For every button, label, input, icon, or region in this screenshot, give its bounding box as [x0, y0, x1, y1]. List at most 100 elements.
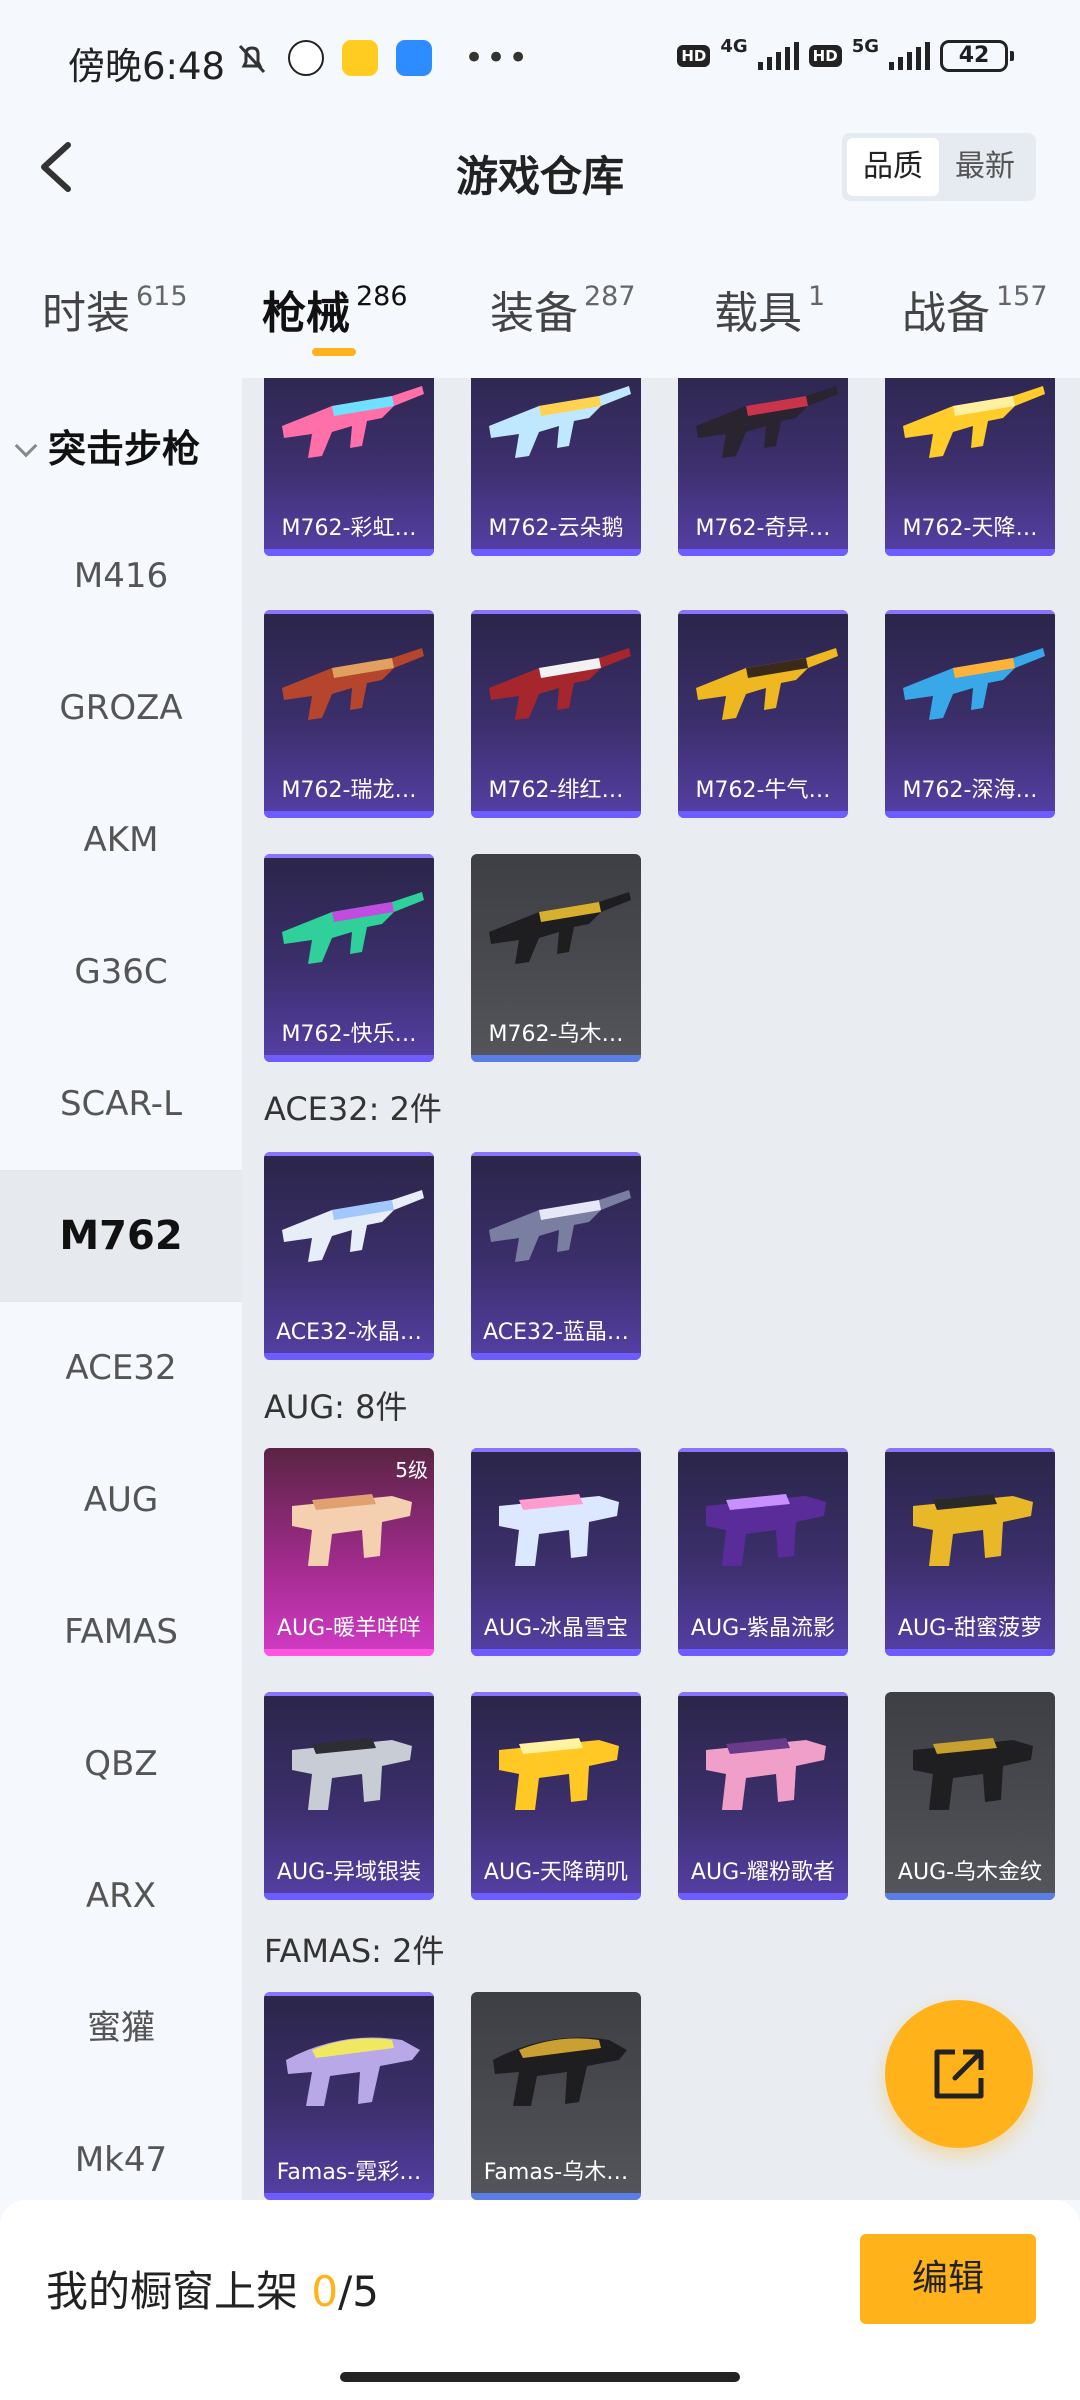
weapon-card[interactable]: M762-云朵鹅: [471, 378, 641, 556]
weapon-card[interactable]: M762-奇异…: [678, 378, 848, 556]
sidebar-item-akm[interactable]: AKM: [0, 774, 242, 906]
signal-bars-icon-2: [889, 42, 930, 70]
rifle-skin-icon: [489, 1190, 631, 1262]
rarity-bar: [678, 549, 848, 556]
rifle-skin-icon: [489, 648, 631, 720]
sort-by-newest-button[interactable]: 最新: [939, 138, 1031, 196]
weapon-card[interactable]: AUG-异域银装: [264, 1692, 434, 1900]
weapon-card[interactable]: M762-深海…: [885, 610, 1055, 818]
weapon-card[interactable]: M762-彩虹…: [264, 378, 434, 556]
weapon-card[interactable]: M762-瑞龙…: [264, 610, 434, 818]
weapon-card[interactable]: AUG-耀粉歌者: [678, 1692, 848, 1900]
weapon-name: AUG-甜蜜菠萝: [897, 1616, 1043, 1641]
weapon-card[interactable]: ACE32-冰晶…: [264, 1152, 434, 1360]
sidebar-item-m416[interactable]: M416: [0, 510, 242, 642]
weapon-card[interactable]: AUG-乌木金纹: [885, 1692, 1055, 1900]
weapon-name: M762-云朵鹅: [488, 516, 624, 541]
sidebar-item-qbz[interactable]: QBZ: [0, 1698, 242, 1830]
rarity-bar: [885, 1893, 1055, 1900]
edit-button[interactable]: 编辑: [860, 2234, 1036, 2324]
share-fab-button[interactable]: [885, 2000, 1033, 2148]
sort-by-quality-button[interactable]: 品质: [847, 138, 939, 196]
tab-count: 286: [356, 281, 408, 312]
app-blue-icon: [396, 40, 432, 76]
rifle-skin-icon: [489, 386, 631, 458]
sidebar-item-groza[interactable]: GROZA: [0, 642, 242, 774]
sidebar-item-aug[interactable]: AUG: [0, 1434, 242, 1566]
rarity-bar: [678, 811, 848, 818]
weapon-card[interactable]: M762-牛气…: [678, 610, 848, 818]
mute-bell-icon: [238, 44, 266, 74]
weapon-name: M762-绯红…: [488, 778, 624, 803]
rarity-bar: [471, 811, 641, 818]
weapon-card[interactable]: M762-绯红…: [471, 610, 641, 818]
sidebar-item-scar-l[interactable]: SCAR-L: [0, 1038, 242, 1170]
weapon-name: AUG-暖羊咩咩: [276, 1616, 422, 1641]
weapon-card[interactable]: M762-乌木…: [471, 854, 641, 1062]
hd-badge-2: HD: [808, 45, 842, 67]
tab-label: 装备: [490, 288, 578, 339]
active-tab-indicator: [312, 348, 356, 356]
battery-icon: 42: [940, 40, 1014, 72]
weapon-card[interactable]: 5级 AUG-暖羊咩咩: [264, 1448, 434, 1656]
weapon-card[interactable]: AUG-冰晶雪宝: [471, 1448, 641, 1656]
tab-equipment[interactable]: 装备 287: [490, 277, 636, 341]
rifle-skin-icon: [499, 1738, 619, 1810]
rarity-bar: [264, 811, 434, 818]
weapon-name: AUG-耀粉歌者: [690, 1860, 836, 1885]
weapon-card[interactable]: AUG-甜蜜菠萝: [885, 1448, 1055, 1656]
sidebar-item-g36c[interactable]: G36C: [0, 906, 242, 1038]
rarity-bar: [885, 1649, 1055, 1656]
weapon-name: AUG-冰晶雪宝: [483, 1616, 629, 1641]
weapon-card[interactable]: M762-天降…: [885, 378, 1055, 556]
sidebar-item-honey-badger[interactable]: 蜜獾: [0, 1962, 242, 2094]
weapon-card[interactable]: Famas-霓彩…: [264, 1992, 434, 2200]
weapon-card[interactable]: ACE32-蓝晶…: [471, 1152, 641, 1360]
section-title-aug: AUG: 8件: [264, 1388, 408, 1426]
weapon-card[interactable]: AUG-紫晶流影: [678, 1448, 848, 1656]
tab-count: 615: [136, 281, 188, 312]
rarity-bar: [264, 2193, 434, 2200]
sidebar-item-m762[interactable]: M762: [0, 1170, 242, 1302]
weapon-name: M762-深海…: [902, 778, 1038, 803]
rifle-skin-icon: [292, 1494, 412, 1566]
app-yellow-icon: [342, 40, 378, 76]
weapon-grid: M762-彩虹… M762-云朵鹅 M762-奇异… M762-天降… M762…: [242, 378, 1080, 2200]
tab-count: 287: [584, 281, 636, 312]
tab-label: 枪械: [262, 288, 350, 339]
weapon-card[interactable]: M762-快乐…: [264, 854, 434, 1062]
rarity-bar: [264, 1893, 434, 1900]
weapon-name: AUG-天降萌叽: [483, 1860, 629, 1885]
weapon-type-sidebar: 突击步枪 M416 GROZA AKM G36C SCAR-L M762 ACE…: [0, 378, 242, 2200]
tab-weapons[interactable]: 枪械 286: [262, 277, 408, 341]
sidebar-category-header[interactable]: 突击步枪: [14, 418, 201, 473]
weapon-card[interactable]: AUG-天降萌叽: [471, 1692, 641, 1900]
tab-supplies[interactable]: 战备 157: [902, 277, 1048, 341]
weapon-card[interactable]: Famas-乌木…: [471, 1992, 641, 2200]
tab-label: 时装: [42, 288, 130, 339]
weapon-name: ACE32-冰晶…: [276, 1320, 422, 1345]
tab-fashion[interactable]: 时装 615: [42, 277, 188, 341]
more-notifications-icon: •••: [464, 38, 531, 78]
tab-count: 157: [996, 281, 1048, 312]
rarity-bar: [264, 1055, 434, 1062]
chevron-down-icon: [14, 434, 38, 458]
status-time: 傍晚6:48: [68, 45, 226, 88]
sidebar-item-ace32[interactable]: ACE32: [0, 1302, 242, 1434]
rarity-bar: [264, 1649, 434, 1656]
rarity-bar: [885, 549, 1055, 556]
section-title-ace32: ACE32: 2件: [264, 1090, 442, 1128]
rifle-skin-icon: [282, 892, 424, 964]
tab-vehicles[interactable]: 载具 1: [714, 277, 825, 341]
sidebar-item-famas[interactable]: FAMAS: [0, 1566, 242, 1698]
rifle-skin-icon: [286, 2037, 420, 2106]
weapon-name: M762-牛气…: [695, 778, 831, 803]
rarity-bar: [264, 1353, 434, 1360]
home-indicator[interactable]: [340, 2372, 740, 2382]
sidebar-item-arx[interactable]: ARX: [0, 1830, 242, 1962]
skin-level-badge: 5级: [395, 1458, 428, 1482]
rifle-skin-icon: [282, 648, 424, 720]
rarity-bar: [678, 1649, 848, 1656]
sidebar-category-label: 突击步枪: [48, 427, 201, 471]
weapon-name: M762-天降…: [902, 516, 1038, 541]
